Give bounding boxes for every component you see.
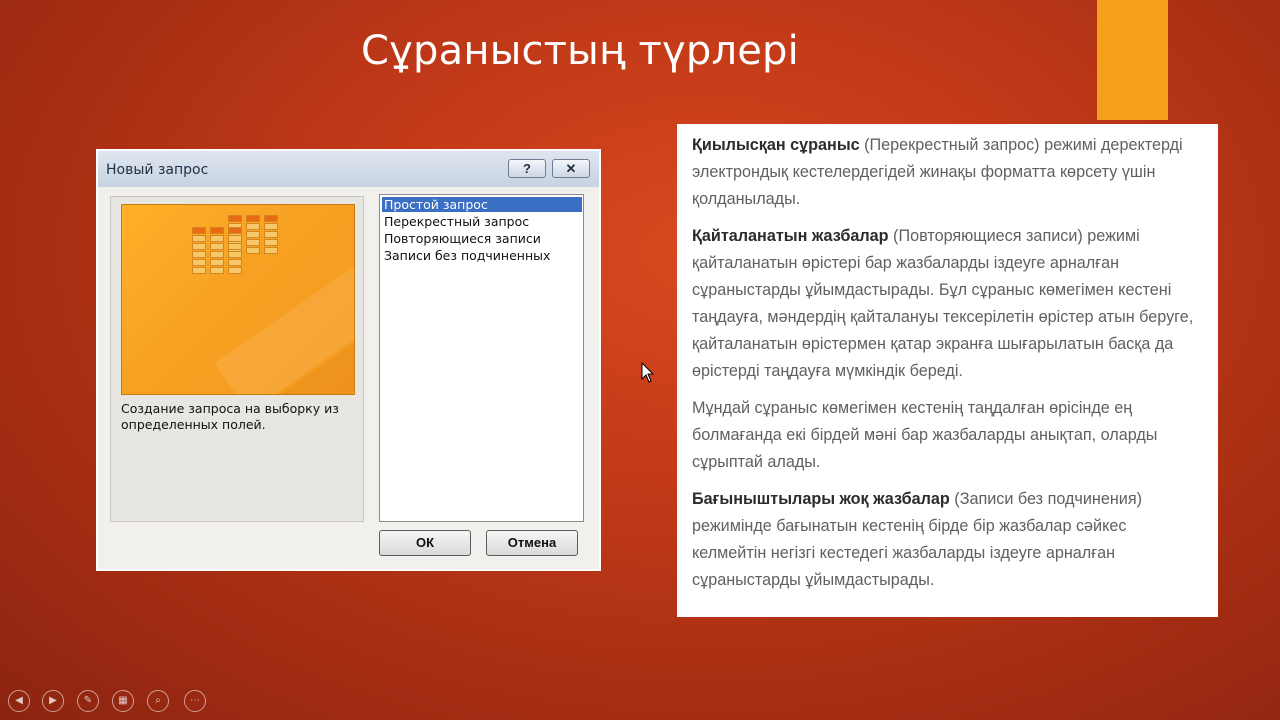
paragraph-text: Мұндай сұраныс көмегімен кестенің таңдал…: [692, 399, 1158, 471]
paragraph-heading: Бағыныштылары жоқ жазбалар: [692, 490, 950, 508]
more-icon[interactable]: ⋯: [184, 690, 206, 712]
list-item-simple-query[interactable]: Простой запрос: [382, 197, 582, 212]
slide-title: Сұраныстың түрлері: [361, 28, 799, 74]
list-item-crosstab-query[interactable]: Перекрестный запрос: [382, 214, 582, 229]
paragraph-crosstab: Қиылысқан сұраныс (Перекрестный запрос) …: [692, 132, 1204, 213]
previous-icon[interactable]: ◀: [8, 690, 30, 712]
paragraph-heading: Қиылысқан сұраныс: [692, 136, 860, 154]
query-description: Создание запроса на выборку из определен…: [121, 401, 339, 432]
list-item-duplicate-records[interactable]: Повторяющиеся записи: [382, 231, 582, 246]
paragraph-text: (Повторяющиеся записи) режимі қайталанат…: [692, 227, 1194, 380]
next-icon[interactable]: ▶: [42, 690, 64, 712]
cancel-button[interactable]: Отмена: [486, 530, 578, 556]
pen-icon[interactable]: ✎: [77, 690, 99, 712]
zoom-icon[interactable]: ⌕: [147, 690, 169, 712]
help-button[interactable]: ?: [508, 159, 546, 178]
list-item-unmatched-records[interactable]: Записи без подчиненных: [382, 248, 582, 263]
query-type-list[interactable]: Простой запрос Перекрестный запрос Повто…: [379, 194, 584, 522]
query-preview-image: [121, 204, 355, 395]
description-panel: Қиылысқан сұраныс (Перекрестный запрос) …: [677, 124, 1218, 617]
close-button[interactable]: ✕: [552, 159, 590, 178]
new-query-dialog: Новый запрос ? ✕ Создание запроса на выб…: [96, 149, 601, 571]
paragraph-heading: Қайталанатын жазбалар: [692, 227, 889, 245]
mouse-cursor-icon: [641, 362, 655, 383]
paragraph-duplicates-usage: Мұндай сұраныс көмегімен кестенің таңдал…: [692, 395, 1204, 476]
dialog-titlebar: Новый запрос ? ✕: [98, 151, 599, 187]
paragraph-unmatched: Бағыныштылары жоқ жазбалар (Записи без п…: [692, 486, 1204, 594]
preview-pane: Создание запроса на выборку из определен…: [110, 196, 364, 522]
ok-button[interactable]: ОК: [379, 530, 471, 556]
paragraph-duplicates: Қайталанатын жазбалар (Повторяющиеся зап…: [692, 223, 1204, 385]
dialog-title: Новый запрос: [106, 162, 209, 178]
slides-icon[interactable]: ▦: [112, 690, 134, 712]
